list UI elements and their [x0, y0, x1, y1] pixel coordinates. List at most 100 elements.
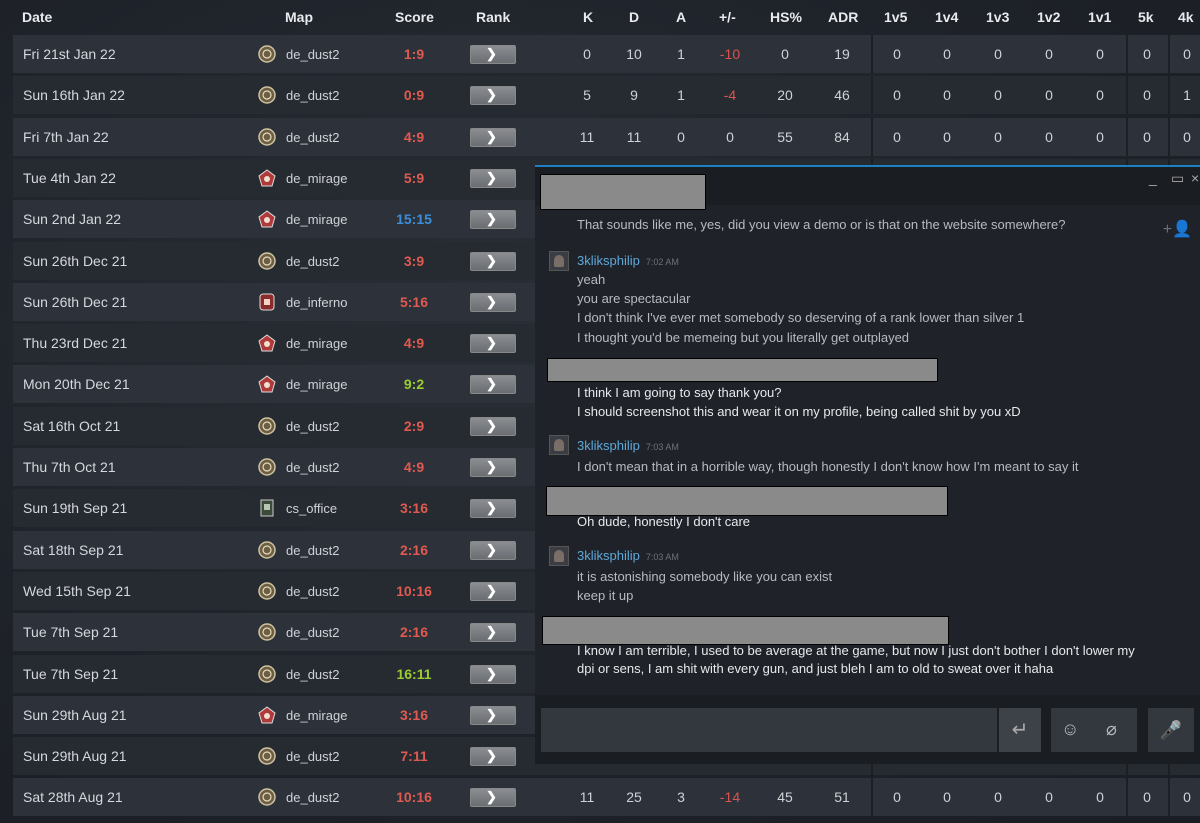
stat-d: 25 [626, 789, 642, 806]
author-name[interactable]: 3kliksphilip [577, 548, 640, 563]
dust2-map-icon [258, 127, 276, 146]
col-a[interactable]: A [676, 9, 686, 25]
author-name[interactable]: 3kliksphilip [577, 438, 640, 453]
rank-badge[interactable]: ❯ [470, 664, 516, 684]
map-name: de_dust2 [286, 625, 340, 641]
rank-badge[interactable]: ❯ [470, 292, 516, 312]
col-1v2[interactable]: 1v2 [1037, 9, 1060, 25]
stat-k4: 0 [1183, 128, 1191, 145]
rank-badge[interactable]: ❯ [470, 334, 516, 354]
stat-v3: 0 [994, 789, 1002, 806]
emoji-icon[interactable]: ☺ [1061, 719, 1079, 740]
rank-badge[interactable]: ❯ [470, 499, 516, 519]
chat-message: Oh dude, honestly I don't care [577, 514, 751, 529]
attach-icon[interactable]: ⌀ [1106, 719, 1117, 740]
col-date[interactable]: Date [22, 9, 52, 25]
author-name[interactable]: 3kliksphilip [577, 253, 640, 268]
rank-badge[interactable]: ❯ [470, 168, 516, 188]
col-1v4[interactable]: 1v4 [935, 9, 958, 25]
add-user-icon[interactable]: +👤 [1163, 219, 1192, 239]
stat-v5: 0 [893, 46, 901, 62]
stat-v4: 0 [943, 46, 951, 62]
maximize-icon[interactable]: ▭ [1171, 170, 1184, 187]
voice-button[interactable]: 🎤 [1148, 708, 1194, 752]
col-adr[interactable]: ADR [828, 9, 858, 25]
match-date: Sun 16th Jan 22 [23, 87, 125, 104]
map-name: de_dust2 [286, 542, 340, 558]
col-5k[interactable]: 5k [1138, 9, 1154, 25]
chat-titlebar: _ ▭ × [535, 167, 1200, 210]
stat-v1: 0 [1096, 46, 1104, 62]
stat-pm: 0 [726, 128, 734, 145]
avatar[interactable] [549, 546, 569, 566]
match-date: Sat 16th Oct 21 [23, 417, 121, 434]
rank-badge[interactable]: ❯ [470, 458, 516, 477]
col-rank[interactable]: Rank [476, 9, 510, 25]
rank-badge[interactable]: ❯ [470, 788, 516, 808]
col-d[interactable]: D [629, 9, 639, 25]
col-1v5[interactable]: 1v5 [884, 9, 907, 25]
avatar[interactable] [549, 251, 569, 271]
rank-badge[interactable]: ❯ [470, 127, 516, 147]
match-score: 2:16 [399, 541, 429, 558]
map-name: de_dust2 [286, 418, 340, 434]
rank-badge[interactable]: ❯ [470, 251, 516, 271]
chevron-right-icon: ❯ [486, 252, 497, 268]
dust2-map-icon [258, 251, 276, 270]
stat-adr: 19 [834, 46, 850, 62]
chat-message: it is astonishing somebody like you can … [577, 569, 833, 584]
column-divider [1168, 778, 1170, 817]
stat-k5: 0 [1143, 128, 1151, 145]
col-map[interactable]: Map [285, 9, 313, 25]
col-score[interactable]: Score [395, 9, 434, 25]
redacted-author [547, 358, 938, 382]
close-icon[interactable]: × [1191, 170, 1199, 186]
col-hs[interactable]: HS% [770, 9, 802, 25]
col-1v3[interactable]: 1v3 [986, 9, 1009, 25]
rank-badge[interactable]: ❯ [470, 623, 516, 643]
send-button[interactable]: ↵ [999, 708, 1041, 752]
rank-badge[interactable]: ❯ [470, 375, 516, 395]
match-score: 10:16 [396, 789, 432, 806]
dust2-map-icon [258, 788, 276, 807]
chat-window: _ ▭ × +👤 That sounds like me, yes, did y… [535, 165, 1200, 764]
chat-message: dpi or sens, I am shit with every gun, a… [577, 661, 1054, 676]
rank-badge[interactable]: ❯ [470, 416, 516, 436]
rank-badge[interactable]: ❯ [470, 747, 516, 767]
chevron-right-icon: ❯ [486, 211, 497, 227]
col-k[interactable]: K [583, 9, 593, 25]
rank-badge[interactable]: ❯ [470, 210, 516, 230]
rank-badge[interactable]: ❯ [470, 45, 516, 64]
col-4k[interactable]: 4k [1178, 9, 1194, 25]
stat-v4: 0 [943, 128, 951, 145]
rank-badge[interactable]: ❯ [470, 540, 516, 560]
table-header: Date Map Score Rank K D A +/- HS% ADR 1v… [0, 0, 1200, 34]
table-row[interactable]: Sun 16th Jan 22 de_dust2 0:9 ❯ 5 9 1 -4 20 46 0 0 0 0… [13, 76, 1200, 115]
dust2-map-icon [258, 623, 276, 641]
table-row[interactable]: Sat 28th Aug 21 de_dust2 10:16 ❯ 11 25 3 -14 45 5… [13, 778, 1200, 817]
chevron-right-icon: ❯ [486, 46, 497, 61]
author-line: 3kliksphilip 7:03 AM [577, 438, 679, 453]
table-row[interactable]: Fri 7th Jan 22 de_dust2 4:9 ❯ 11 11 0 0 55 84 0 0 0 0… [13, 117, 1200, 156]
rank-badge[interactable]: ❯ [470, 705, 516, 725]
minimize-icon[interactable]: _ [1149, 170, 1157, 186]
column-divider [871, 35, 873, 73]
table-row[interactable]: Fri 21st Jan 22 de_dust2 1:9 ❯ 0 10 1 -10 0 19 0 0 0… [13, 35, 1200, 73]
chat-message: you are spectacular [577, 291, 691, 306]
col-1v1[interactable]: 1v1 [1088, 9, 1111, 25]
map-name: de_dust2 [286, 460, 340, 475]
rank-badge[interactable]: ❯ [470, 581, 516, 601]
mirage-map-icon [258, 169, 276, 187]
match-date: Sun 26th Dec 21 [23, 252, 128, 269]
chevron-right-icon: ❯ [486, 417, 497, 433]
column-divider [871, 117, 873, 156]
rank-badge[interactable]: ❯ [470, 86, 516, 106]
dust2-map-icon [258, 582, 276, 600]
chevron-right-icon: ❯ [486, 459, 497, 474]
match-score: 4:9 [403, 335, 425, 352]
message-input[interactable] [541, 708, 997, 752]
col-plusminus[interactable]: +/- [719, 9, 736, 25]
match-date: Fri 7th Jan 22 [23, 128, 109, 145]
mirage-map-icon [258, 210, 276, 228]
avatar[interactable] [549, 435, 569, 455]
